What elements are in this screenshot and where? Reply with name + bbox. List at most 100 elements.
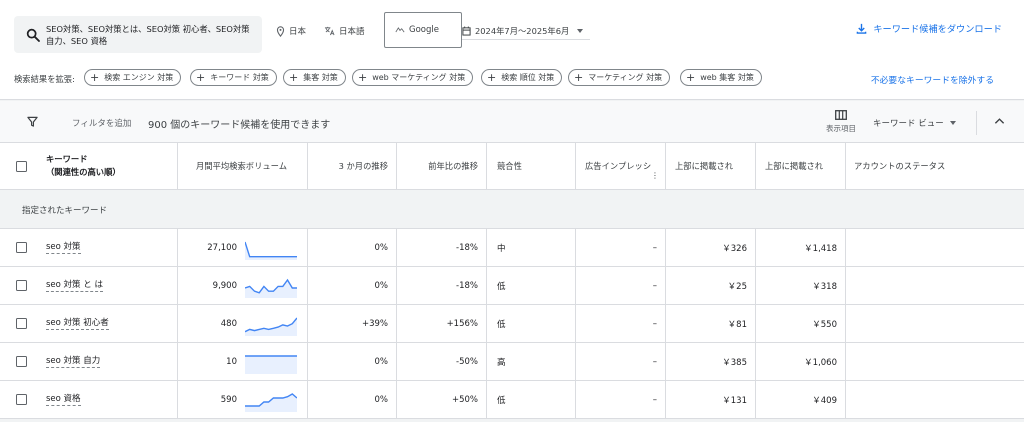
- expand-chip[interactable]: + 検索 エンジン 対策: [84, 69, 182, 86]
- expand-results-label: 検索結果を拡張:: [14, 74, 75, 84]
- add-filter-button[interactable]: フィルタを追加: [72, 117, 131, 129]
- search-query-text: SEO対策、SEO対策とは、SEO対策 初心者、SEO対策 自力、SEO 資格: [46, 24, 250, 46]
- row-checkbox[interactable]: [16, 394, 27, 405]
- bid-high-cell: ￥318: [755, 267, 845, 304]
- plus-icon: +: [90, 71, 100, 84]
- date-range-selector[interactable]: 2024年7月～2025年6月: [462, 25, 584, 37]
- select-all-checkbox[interactable]: [16, 160, 27, 172]
- download-label: キーワード候補をダウンロード: [873, 24, 1002, 35]
- group-label: 指定されたキーワード: [22, 206, 108, 216]
- account-status-column-header[interactable]: アカウントのステータス: [845, 143, 1024, 189]
- competition-cell: 高: [486, 343, 575, 380]
- engine-icon: [395, 27, 405, 33]
- expand-chip[interactable]: + 集客 対策: [283, 69, 346, 86]
- exclude-keywords-link[interactable]: 不必要なキーワードを除外する: [871, 73, 994, 86]
- bid-low-cell: ￥385: [665, 343, 755, 380]
- table-row: seo 対策 と は 9,900 0% -18% 低 – ￥25 ￥318: [0, 267, 1024, 305]
- impression-cell: –: [575, 305, 665, 342]
- competition-cell: 低: [486, 305, 575, 342]
- row-checkbox[interactable]: [16, 356, 27, 367]
- columns-button[interactable]: 表示項目: [824, 110, 858, 134]
- yoy-cell: +50%: [396, 381, 486, 418]
- table-row: seo 資格 590 0% +50% 低 – ￥131 ￥409: [0, 381, 1024, 419]
- filter-bar: フィルタを追加 900 個のキーワード候補を使用できます 表示項目 キーワード …: [0, 101, 1024, 143]
- columns-label: 表示項目: [826, 124, 856, 133]
- plus-icon: +: [289, 71, 299, 84]
- search-icon: [26, 28, 40, 42]
- row-checkbox[interactable]: [16, 318, 27, 329]
- three-month-cell: +39%: [307, 305, 396, 342]
- competition-cell: 中: [486, 229, 575, 266]
- download-keywords-button[interactable]: キーワード候補をダウンロード: [856, 21, 1002, 35]
- bid-high-cell: ￥1,060: [755, 343, 845, 380]
- account-status-cell: [845, 381, 1024, 418]
- expand-chip[interactable]: + キーワード 対策: [190, 69, 277, 86]
- header-bar: SEO対策、SEO対策とは、SEO対策 初心者、SEO対策 自力、SEO 資格 …: [0, 0, 1024, 100]
- yoy-column-header[interactable]: 前年比の推移: [396, 143, 486, 189]
- location-selector[interactable]: 日本: [276, 25, 306, 37]
- impression-cell: –: [575, 267, 665, 304]
- divider: [976, 111, 977, 135]
- keyword-cell[interactable]: seo 対策 と は: [46, 267, 103, 304]
- translate-icon: [324, 26, 335, 36]
- keyword-count-text: 900 個のキーワード候補を使用できます: [148, 120, 331, 131]
- bid-high-cell: ￥550: [755, 305, 845, 342]
- keyword-column-header[interactable]: キーワード （関連性の高い順）: [46, 143, 121, 189]
- row-checkbox[interactable]: [16, 242, 27, 253]
- account-status-cell: [845, 229, 1024, 266]
- view-selector[interactable]: キーワード ビュー: [873, 117, 956, 129]
- table-row: seo 対策 27,100 0% -18% 中 – ￥326 ￥1,418: [0, 229, 1024, 267]
- yoy-cell: -18%: [396, 229, 486, 266]
- competition-cell: 低: [486, 267, 575, 304]
- account-status-cell: [845, 267, 1024, 304]
- impression-cell: –: [575, 381, 665, 418]
- bid-high-cell: ￥409: [755, 381, 845, 418]
- volume-column-header[interactable]: 月間平均検索ボリューム: [177, 143, 307, 189]
- download-icon: [857, 23, 867, 34]
- yoy-cell: +156%: [396, 305, 486, 342]
- impression-more-icon[interactable]: ⋮: [651, 171, 659, 180]
- yoy-cell: -18%: [396, 267, 486, 304]
- bid-high-cell: ￥1,418: [755, 229, 845, 266]
- keyword-cell[interactable]: seo 対策: [46, 229, 81, 266]
- trend-sparkline: [245, 317, 297, 336]
- engine-label: Google: [409, 25, 439, 35]
- expand-chip[interactable]: + マーケティング 対策: [568, 69, 671, 86]
- keyword-cell[interactable]: seo 資格: [46, 381, 81, 418]
- trend-sparkline: [245, 355, 297, 374]
- keyword-cell[interactable]: seo 対策 自力: [46, 343, 101, 380]
- competition-column-header[interactable]: 競合性: [486, 143, 575, 189]
- plus-icon: +: [487, 71, 497, 84]
- bid-low-column-header[interactable]: 上部に掲載され: [665, 143, 755, 189]
- expand-chip[interactable]: + web 集客 対策: [680, 69, 762, 86]
- bid-low-cell: ￥25: [665, 267, 755, 304]
- date-underline: [462, 39, 590, 40]
- three-month-cell: 0%: [307, 229, 396, 266]
- sparkline-area: [245, 356, 297, 374]
- filter-icon[interactable]: [27, 116, 38, 127]
- expand-chip[interactable]: + web マーケティング 対策: [352, 69, 474, 86]
- date-range-label: 2024年7月～2025年6月: [475, 26, 570, 36]
- bid-high-column-header[interactable]: 上部に掲載され: [755, 143, 845, 189]
- impression-cell: –: [575, 229, 665, 266]
- columns-icon: [835, 110, 847, 120]
- row-checkbox[interactable]: [16, 280, 27, 291]
- keyword-table: キーワード （関連性の高い順） 月間平均検索ボリューム 3 か月の推移 前年比の…: [0, 143, 1024, 419]
- bid-low-cell: ￥326: [665, 229, 755, 266]
- impression-column-header[interactable]: 広告インプレッシ: [575, 143, 665, 189]
- three-month-column-header[interactable]: 3 か月の推移: [307, 143, 396, 189]
- language-selector[interactable]: 日本語: [324, 25, 365, 37]
- sparkline-line: [245, 241, 297, 258]
- bid-low-cell: ￥131: [665, 381, 755, 418]
- keyword-search-box[interactable]: SEO対策、SEO対策とは、SEO対策 初心者、SEO対策 自力、SEO 資格: [14, 16, 262, 53]
- chevron-down-icon: [949, 121, 956, 125]
- expand-chip[interactable]: + 検索 順位 対策: [481, 69, 563, 86]
- keyword-cell[interactable]: seo 対策 初心者: [46, 305, 109, 342]
- search-engine-selector[interactable]: Google: [384, 12, 462, 48]
- location-label: 日本: [289, 27, 307, 37]
- account-status-cell: [845, 343, 1024, 380]
- chevron-down-icon: [577, 29, 584, 33]
- calendar-icon: [462, 26, 471, 36]
- chevron-up-icon[interactable]: [994, 117, 1005, 125]
- trend-sparkline: [245, 241, 297, 260]
